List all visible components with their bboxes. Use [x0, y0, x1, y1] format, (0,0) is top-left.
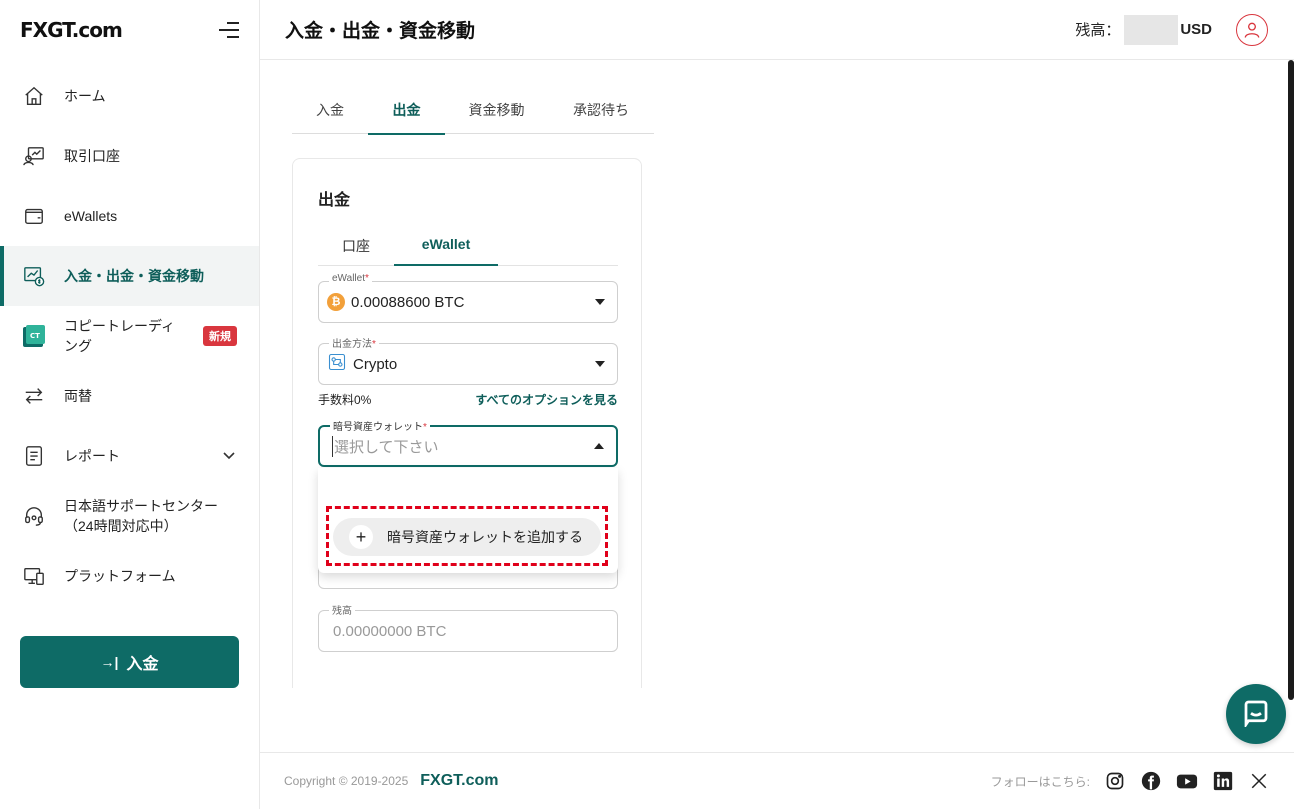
copyright: Copyright © 2019-2025 FXGT.com [284, 772, 499, 790]
login-arrow-icon: →| [100, 654, 119, 670]
sidebar-item-trading-accounts[interactable]: 取引口座 [0, 126, 259, 186]
facebook-icon[interactable] [1140, 770, 1162, 792]
chat-icon [1241, 697, 1271, 732]
sidebar-item-label: 入金・出金・資金移動 [64, 268, 204, 284]
main-content: 入金 出金 資金移動 承認待ち 出金 口座 eWallet eWallet* ₿… [260, 60, 1294, 752]
withdraw-card: 出金 口座 eWallet eWallet* ₿ 0.00088600 BTC … [292, 158, 642, 688]
all-options-link[interactable]: すべてのオプションを見る [475, 391, 618, 408]
chevron-down-icon[interactable] [221, 447, 237, 466]
scrollbar[interactable] [1288, 60, 1294, 700]
youtube-icon[interactable] [1176, 770, 1198, 792]
sidebar-item-exchange[interactable]: 両替 [0, 366, 259, 426]
field-label: eWallet* [329, 273, 372, 284]
field-value: 0.00088600 BTC [351, 293, 465, 311]
field-label: 残高 [329, 602, 355, 617]
balance-currency: USD [1180, 21, 1212, 38]
svg-text:CT: CT [30, 332, 40, 340]
sidebar-item-deposit-withdraw[interactable]: 入金・出金・資金移動 [0, 246, 259, 306]
sidebar-item-platform[interactable]: プラットフォーム [0, 546, 259, 606]
platform-icon [22, 564, 46, 588]
x-icon[interactable] [1248, 770, 1270, 792]
sidebar-item-label: 両替 [64, 388, 92, 404]
footer-brand[interactable]: FXGT.com [420, 772, 498, 790]
sidebar-item-label: 日本語サポートセンター（24時間対応中） [64, 498, 218, 534]
balance-mask [1124, 14, 1179, 45]
money-transfer-icon [22, 264, 46, 288]
new-badge: 新規 [203, 326, 237, 346]
add-wallet-label: 暗号資産ウォレットを追加する [387, 529, 583, 545]
linkedin-icon[interactable] [1212, 770, 1234, 792]
sidebar-item-label: ホーム [64, 88, 106, 104]
social-links: フォローはこちら: [991, 770, 1270, 792]
subtab-ewallet[interactable]: eWallet [394, 229, 498, 266]
fee-row: 手数料0% すべてのオプションを見る [318, 391, 618, 408]
sidebar-item-label: eWallets [64, 208, 118, 224]
sidebar-item-label: レポート [64, 448, 120, 464]
exchange-icon [22, 384, 46, 408]
field-label: 出金方法* [329, 335, 379, 350]
field-value: 0.00000000 BTC [333, 622, 447, 640]
tab-pending[interactable]: 承認待ち [548, 100, 654, 134]
plus-icon: + [349, 525, 373, 549]
sidebar: FXGT.com ホーム 取引口座 eWallets 入金・出金・資金移動 CT… [0, 0, 260, 809]
withdraw-subtabs: 口座 eWallet [318, 229, 618, 266]
add-crypto-wallet-button[interactable]: + 暗号資産ウォレットを追加する [333, 518, 601, 556]
field-value: Crypto [353, 355, 398, 373]
page-title: 入金・出金・資金移動 [285, 21, 476, 42]
balance-display: 残高： USD [1075, 13, 1268, 46]
balance-field: 残高 0.00000000 BTC [318, 602, 618, 652]
crypto-wallet-dropdown: + 暗号資産ウォレットを追加する [318, 468, 618, 573]
bitcoin-icon: ₿ [327, 293, 345, 311]
card-title: 出金 [318, 192, 351, 209]
sidebar-item-reports[interactable]: レポート [0, 426, 259, 486]
crypto-wallet-select[interactable]: 暗号資産ウォレット* 選択して下さい [318, 418, 618, 467]
field-label: 暗号資産ウォレット* [330, 418, 430, 433]
sidebar-item-label: 取引口座 [64, 148, 120, 164]
tab-transfer[interactable]: 資金移動 [445, 100, 548, 134]
deposit-button-label: 入金 [126, 656, 159, 673]
instagram-icon[interactable] [1104, 770, 1126, 792]
sidebar-item-support[interactable]: 日本語サポートセンター（24時間対応中） [0, 486, 259, 546]
trading-account-icon [22, 144, 46, 168]
footer: Copyright © 2019-2025 FXGT.com フォローはこちら: [260, 752, 1294, 809]
headset-icon [22, 504, 46, 528]
logo[interactable]: FXGT.com [20, 18, 123, 42]
report-icon [22, 444, 46, 468]
header: 入金・出金・資金移動 残高： USD [260, 0, 1294, 60]
chat-button[interactable] [1226, 684, 1286, 744]
subtab-account[interactable]: 口座 [318, 229, 394, 266]
user-avatar-icon[interactable] [1236, 13, 1268, 46]
ewallet-select[interactable]: eWallet* ₿ 0.00088600 BTC [318, 273, 618, 323]
menu-collapse-icon[interactable] [219, 22, 239, 38]
balance-label: 残高： [1075, 22, 1121, 39]
field-placeholder: 選択して下さい [332, 435, 594, 457]
tab-deposit[interactable]: 入金 [292, 100, 368, 134]
home-icon [22, 84, 46, 108]
sidebar-item-label: コピートレーディング [64, 318, 176, 354]
sidebar-item-copy-trading[interactable]: CT コピートレーディング 新規 [0, 306, 259, 366]
wallet-icon [22, 204, 46, 228]
sidebar-item-ewallets[interactable]: eWallets [0, 186, 259, 246]
copy-trading-icon: CT [22, 324, 46, 348]
deposit-button[interactable]: →| 入金 [20, 636, 239, 688]
caret-down-icon [595, 299, 605, 305]
tab-withdraw[interactable]: 出金 [368, 100, 445, 135]
withdraw-method-select[interactable]: 出金方法* Crypto [318, 335, 618, 385]
sidebar-item-home[interactable]: ホーム [0, 66, 259, 126]
caret-down-icon [595, 361, 605, 367]
crypto-icon [327, 352, 347, 376]
fee-text: 手数料0% [318, 393, 372, 407]
sidebar-item-label: プラットフォーム [64, 568, 176, 584]
follow-label: フォローはこちら: [990, 774, 1090, 789]
caret-up-icon [594, 443, 604, 449]
copyright-text: Copyright © 2019-2025 [284, 774, 409, 788]
main-tabs: 入金 出金 資金移動 承認待ち [292, 100, 654, 135]
